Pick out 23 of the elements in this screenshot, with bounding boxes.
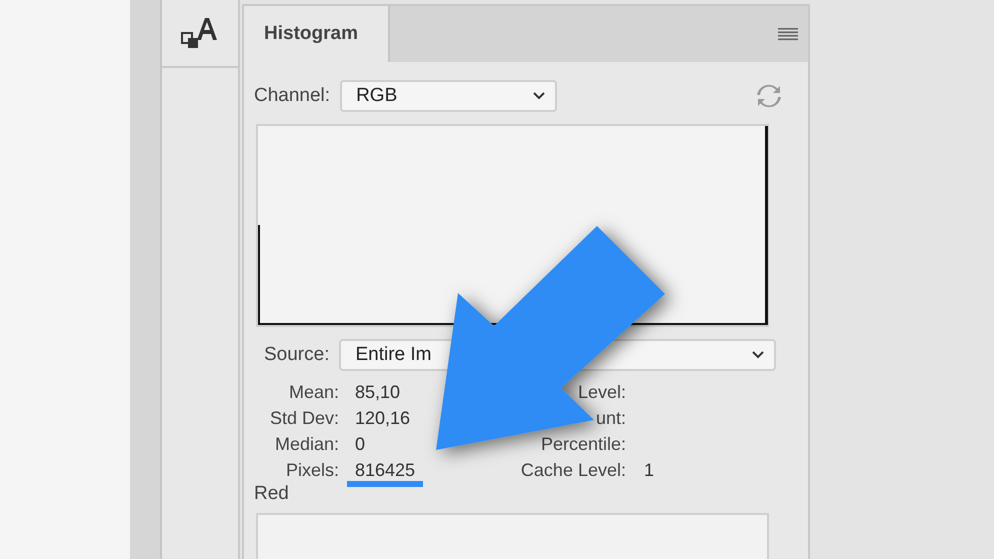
stat-label: Cache Level: [520, 459, 626, 481]
stat-label: unt: [594, 407, 626, 429]
stat-value: 120,16 [354, 407, 412, 430]
channel-label: Channel: [254, 85, 330, 107]
chevron-down-icon [533, 92, 546, 100]
refresh-icon[interactable] [756, 83, 782, 109]
chevron-down-icon [752, 351, 764, 359]
stat-label: Level: [576, 381, 626, 403]
source-label: Source: [264, 344, 330, 366]
stat-value: 816425 [347, 459, 424, 487]
stat-value: 1 [644, 460, 654, 480]
channel-select[interactable]: RGB [340, 80, 558, 112]
menu-icon[interactable] [778, 27, 798, 41]
stat-label: Percentile: [540, 433, 626, 455]
stat-label: Median: [274, 433, 339, 455]
stat-value: 85,10 [354, 381, 402, 404]
channel-name: Red [254, 483, 290, 505]
character-style-icon[interactable] [181, 16, 219, 50]
panel-tab[interactable]: Histogram [244, 6, 390, 62]
stat-label: Pixels: [284, 459, 339, 481]
stat-label: Std Dev: [268, 407, 339, 429]
stat-value: 0 [354, 433, 366, 456]
stat-label: Mean: [288, 381, 339, 403]
